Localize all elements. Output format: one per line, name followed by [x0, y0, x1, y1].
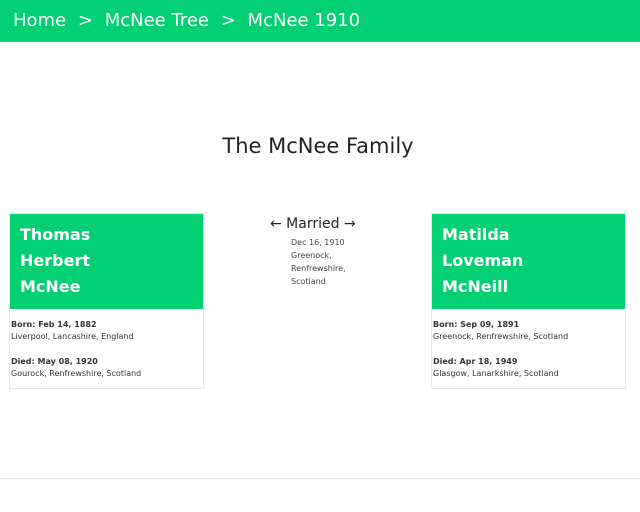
marriage-place-line: Renfrewshire,	[291, 264, 346, 273]
marriage-place-line: Scotland	[291, 277, 326, 286]
wife-died-place: Glasgow, Lanarkshire, Scotland	[433, 369, 559, 378]
breadcrumb: Home > McNee Tree > McNee 1910	[13, 9, 360, 33]
husband-first-name: Thomas	[20, 225, 91, 244]
breadcrumb-current-page[interactable]: McNee 1910	[248, 10, 361, 31]
wife-card[interactable]: Matilda Loveman McNeill Born: Sep 09, 18…	[431, 213, 626, 389]
breadcrumb-separator: >	[220, 10, 236, 31]
marriage-place-line: Greenock,	[291, 251, 332, 260]
footer-divider	[0, 478, 640, 479]
husband-born-label: Born: Feb 14, 1882	[11, 320, 97, 329]
husband-death: Died: May 08, 1920 Gourock, Renfrewshire…	[11, 356, 203, 380]
husband-name-header[interactable]: Thomas Herbert McNee	[10, 214, 203, 309]
husband-birth: Born: Feb 14, 1882 Liverpool, Lancashire…	[11, 319, 203, 343]
top-nav-bar: Home > McNee Tree > McNee 1910	[0, 0, 640, 42]
marriage-info: ← Married → Dec 16, 1910 Greenock, Renfr…	[270, 214, 390, 288]
husband-middle-name: Herbert	[20, 251, 90, 270]
wife-born-label: Born: Sep 09, 1891	[433, 320, 520, 329]
wife-name-header[interactable]: Matilda Loveman McNeill	[432, 214, 625, 309]
wife-birth: Born: Sep 09, 1891 Greenock, Renfrewshir…	[433, 319, 625, 343]
husband-died-label: Died: May 08, 1920	[11, 357, 98, 366]
wife-born-place: Greenock, Renfrewshire, Scotland	[433, 332, 569, 341]
married-heading: ← Married →	[270, 216, 356, 232]
husband-facts: Born: Feb 14, 1882 Liverpool, Lancashire…	[10, 309, 203, 380]
breadcrumb-tree-link[interactable]: McNee Tree	[105, 10, 209, 31]
wife-death: Died: Apr 18, 1949 Glasgow, Lanarkshire,…	[433, 356, 625, 380]
wife-died-label: Died: Apr 18, 1949	[433, 357, 518, 366]
husband-died-place: Gourock, Renfrewshire, Scotland	[11, 369, 142, 378]
wife-facts: Born: Sep 09, 1891 Greenock, Renfrewshir…	[432, 309, 625, 380]
wife-middle-name: Loveman	[442, 251, 524, 270]
wife-first-name: Matilda	[442, 225, 510, 244]
breadcrumb-separator: >	[77, 10, 93, 31]
page-title: The McNee Family	[222, 134, 414, 158]
husband-born-place: Liverpool, Lancashire, England	[11, 332, 134, 341]
marriage-date: Dec 16, 1910	[291, 238, 345, 247]
wife-last-name: McNeill	[442, 277, 509, 296]
husband-last-name: McNee	[20, 277, 81, 296]
husband-card[interactable]: Thomas Herbert McNee Born: Feb 14, 1882 …	[9, 213, 204, 389]
breadcrumb-home-link[interactable]: Home	[13, 10, 66, 31]
marriage-details: Dec 16, 1910 Greenock, Renfrewshire, Sco…	[291, 236, 361, 288]
